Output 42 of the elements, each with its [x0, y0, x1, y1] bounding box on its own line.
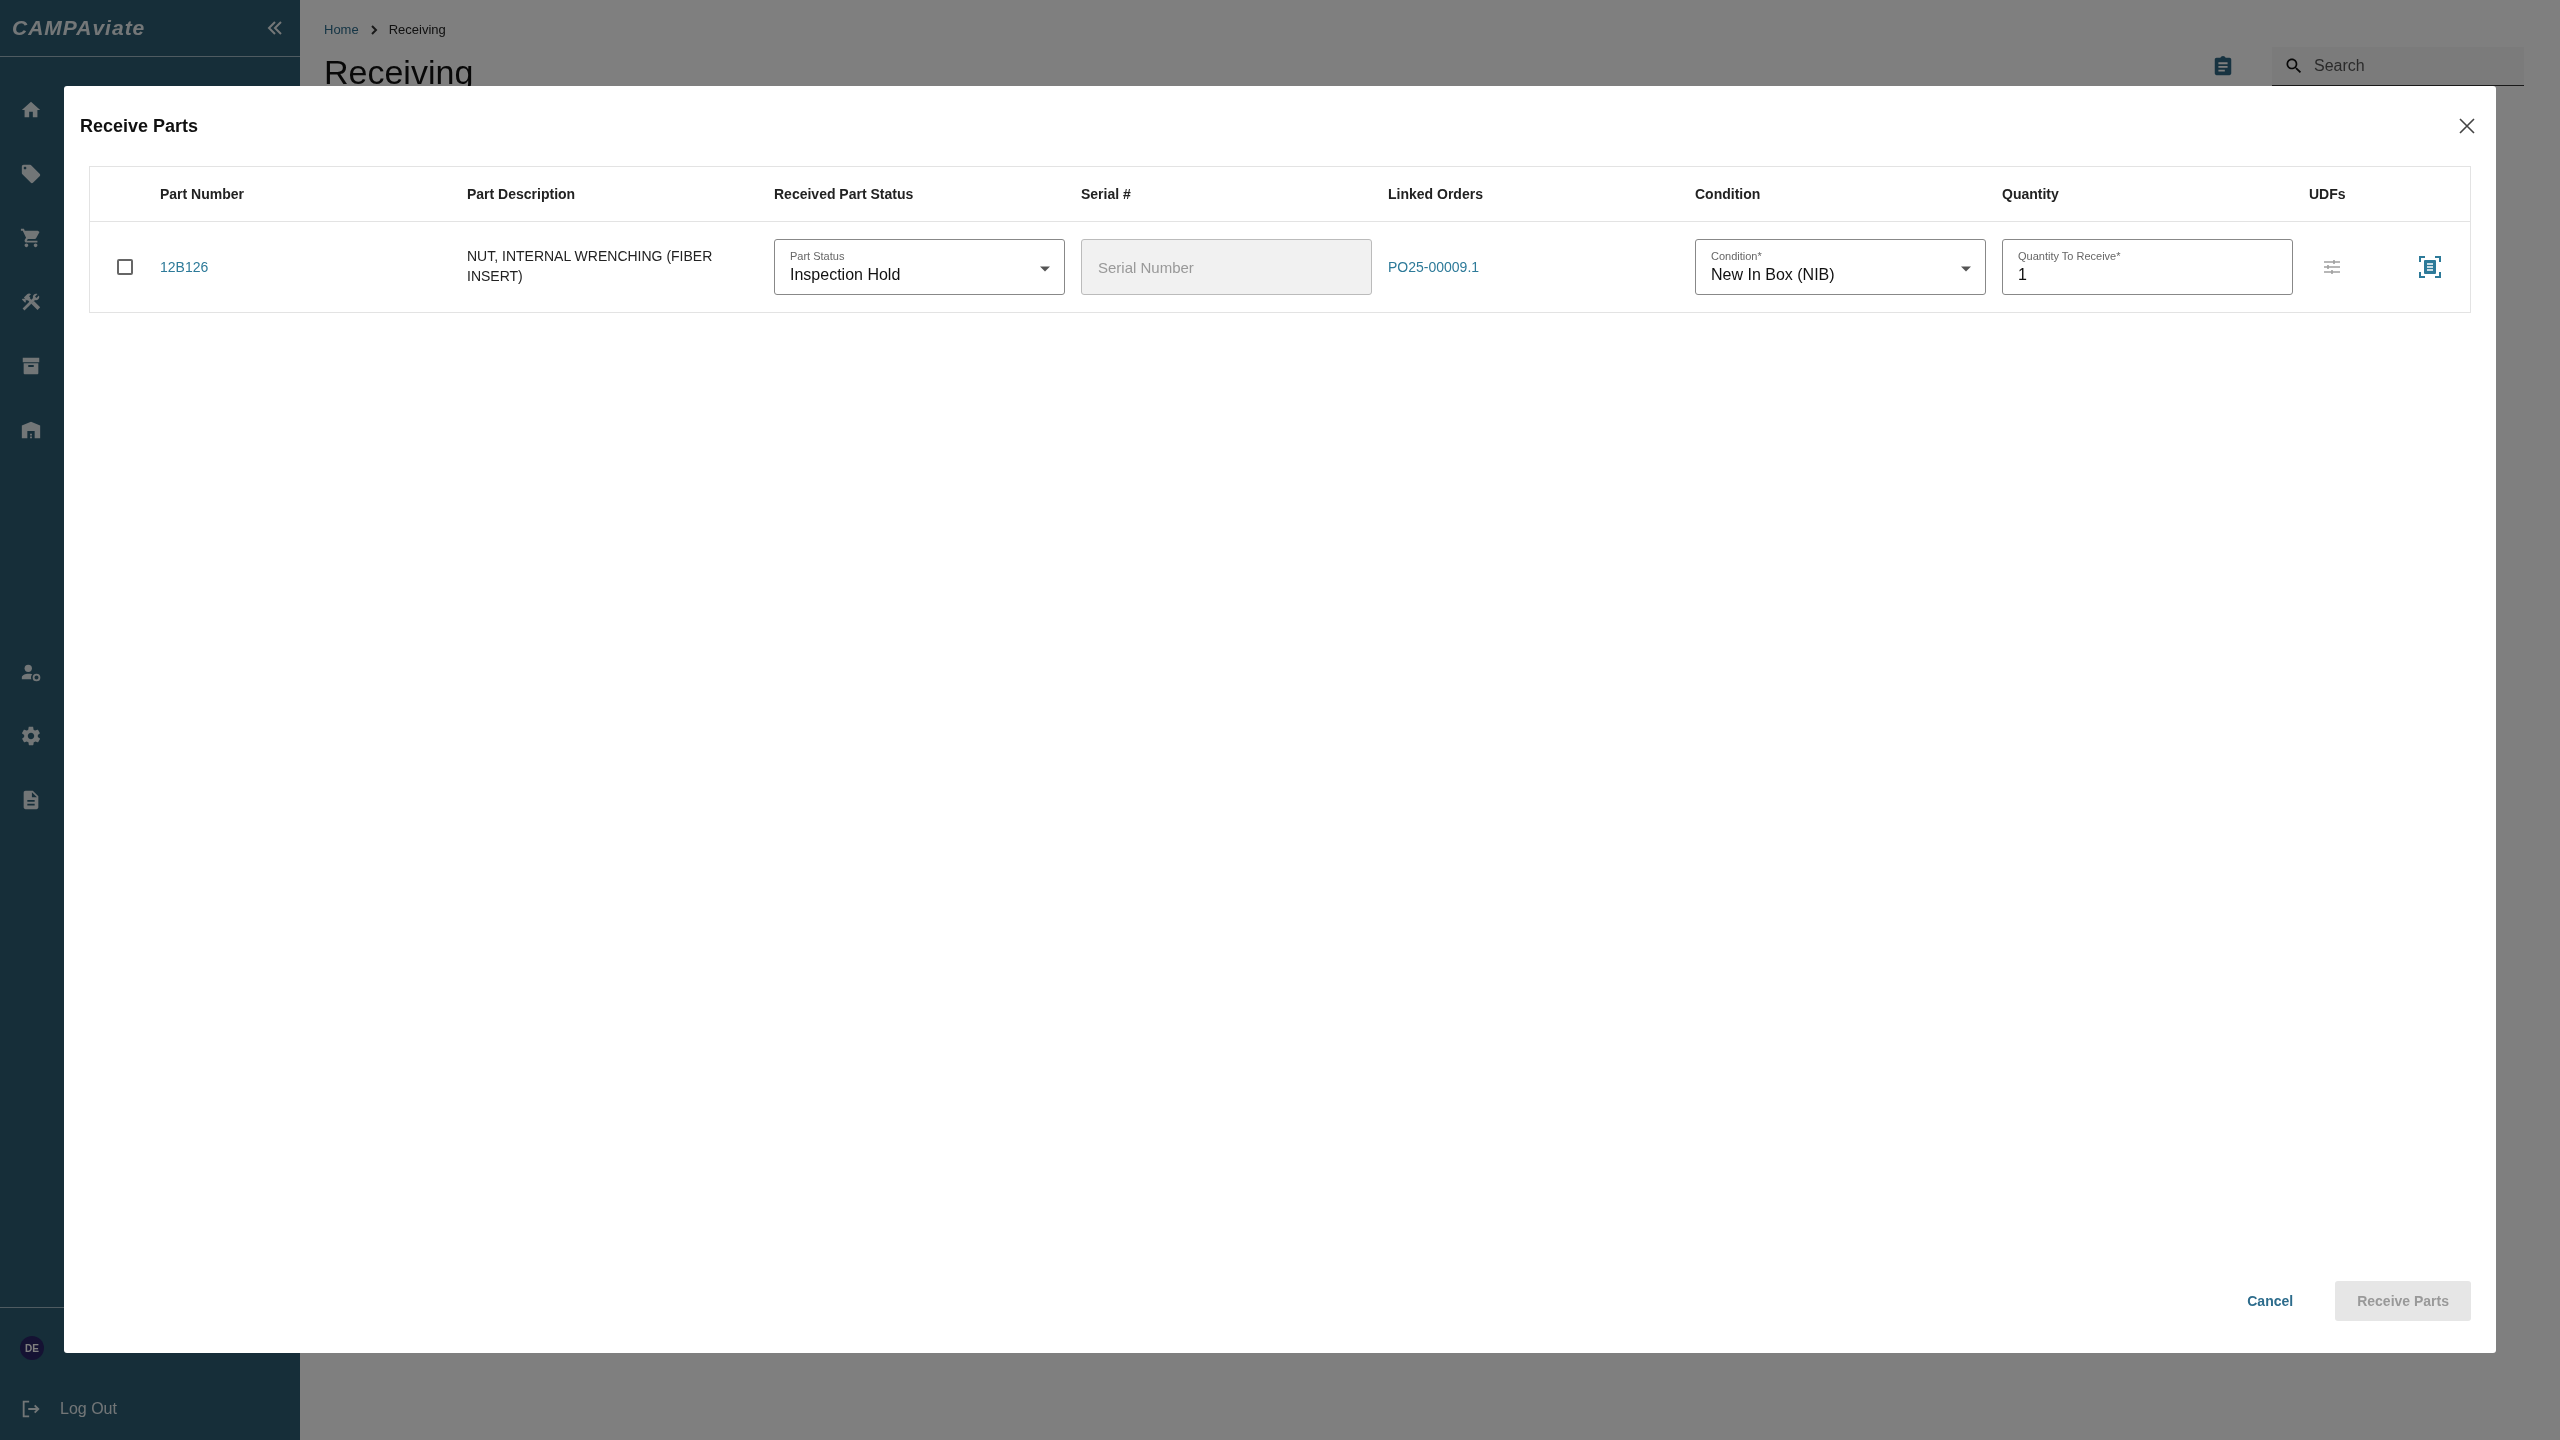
user-avatar[interactable]: DE	[20, 1336, 44, 1360]
field-label: Quantity To Receive*	[2018, 250, 2122, 262]
column-header: Quantity	[2002, 186, 2060, 202]
breadcrumb-item: Receiving	[388, 22, 446, 37]
part-number-link[interactable]: 12B126	[160, 259, 209, 275]
tag-icon[interactable]	[20, 163, 42, 185]
column-header: UDFs	[2309, 186, 2347, 202]
logout-link[interactable]: Log Out	[60, 1400, 117, 1418]
part-description: NUT, INTERNAL WRENCHING (FIBER INSERT)	[467, 247, 714, 286]
dialog-title: Receive Parts	[80, 115, 199, 137]
tools-icon[interactable]	[20, 291, 42, 313]
field-label: Part Status	[790, 250, 846, 262]
cart-icon[interactable]	[20, 227, 42, 249]
column-header: Condition	[1695, 186, 1762, 202]
field-value: Inspection Hold	[790, 266, 902, 284]
column-header: Linked Orders	[1388, 186, 1484, 202]
column-header: Part Description	[467, 186, 577, 202]
caret-icon	[1040, 266, 1050, 272]
archive-icon[interactable]	[20, 355, 42, 377]
part-status-select[interactable]: Part Status Inspection Hold	[774, 239, 1065, 295]
search-field[interactable]: Search	[2272, 46, 2524, 86]
column-header: Part Number	[160, 186, 246, 202]
row-checkbox[interactable]	[117, 259, 133, 275]
field-value: 1	[2018, 266, 2028, 284]
clipboard-icon[interactable]	[2212, 55, 2234, 77]
condition-select[interactable]: Condition* New In Box (NIB)	[1695, 239, 1986, 295]
warehouse-icon[interactable]	[20, 419, 42, 441]
logo: CAMPAviate	[12, 16, 146, 40]
scan-icon[interactable]	[2418, 255, 2442, 279]
breadcrumb-item[interactable]: Home	[324, 22, 359, 37]
chevron-icon	[368, 24, 379, 35]
field-value: New In Box (NIB)	[1711, 266, 1836, 284]
caret-icon	[1961, 266, 1971, 272]
quantity-field[interactable]: Quantity To Receive* 1	[2002, 239, 2293, 295]
page-title: Receiving	[324, 53, 474, 92]
column-header: Serial #	[1081, 186, 1132, 202]
field-label: Condition*	[1711, 250, 1763, 262]
cancel-button[interactable]: Cancel	[2241, 1283, 2300, 1319]
column-header: Received Part Status	[774, 186, 915, 202]
gear-icon[interactable]	[20, 725, 42, 747]
linked-order-link[interactable]: PO25-00009.1	[1388, 259, 1480, 275]
logout-icon[interactable]	[20, 1398, 42, 1420]
